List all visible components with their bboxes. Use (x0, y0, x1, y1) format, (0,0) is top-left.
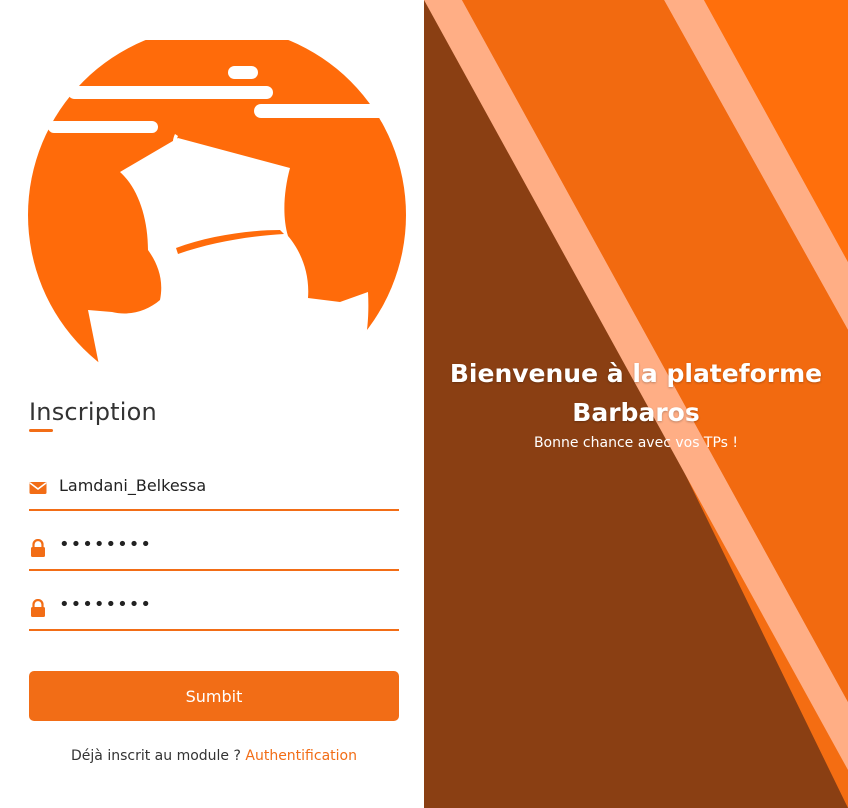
form-title: Inscription (29, 398, 157, 426)
welcome-heading: Bienvenue à la plateforme Barbaros (424, 354, 848, 432)
welcome-heading-line2: Barbaros (572, 398, 700, 427)
authentication-link[interactable]: Authentification (245, 748, 357, 764)
lock-icon (31, 599, 45, 617)
password-field[interactable]: •••••••• (29, 529, 399, 571)
username-field[interactable]: Lamdani_Belkessa (29, 469, 399, 511)
welcome-panel: Bienvenue à la plateforme Barbaros Bonne… (424, 0, 848, 808)
username-value: Lamdani_Belkessa (59, 476, 207, 495)
welcome-subtitle: Bonne chance avec vos TPs ! (533, 435, 739, 451)
welcome-block: Bienvenue à la plateforme Barbaros Bonne… (424, 354, 848, 451)
password-value: •••••••• (59, 534, 152, 555)
ship-logo-icon (28, 40, 406, 390)
envelope-icon (29, 482, 47, 494)
confirm-password-field[interactable]: •••••••• (29, 589, 399, 631)
login-prompt-text: Déjà inscrit au module ? (71, 748, 241, 764)
signup-panel: Inscription Lamdani_Belkessa •••••••• ••… (0, 0, 424, 808)
title-underline (29, 429, 53, 432)
login-prompt: Déjà inscrit au module ? Authentificatio… (29, 748, 399, 764)
welcome-heading-line1: Bienvenue à la plateforme (449, 359, 823, 388)
submit-button[interactable]: Sumbit (29, 671, 399, 721)
confirm-password-value: •••••••• (59, 594, 152, 615)
lock-icon (31, 539, 45, 557)
